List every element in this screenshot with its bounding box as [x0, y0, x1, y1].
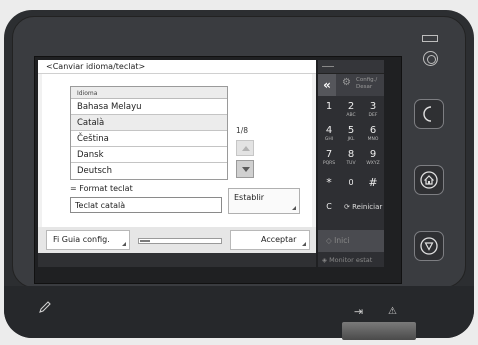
home-icon	[420, 171, 438, 189]
accept-label: Acceptar	[261, 235, 297, 244]
language-item-selected[interactable]: Català	[71, 115, 227, 131]
settings-label-2: Desar	[356, 84, 373, 90]
key-3[interactable]: 3 DEF	[362, 98, 384, 120]
keyboard-format-value: Teclat català	[70, 197, 222, 213]
triangle-down-icon	[242, 167, 250, 172]
clear-button[interactable]: C	[318, 196, 340, 218]
triangle-up-icon	[242, 146, 250, 151]
moon-icon	[423, 106, 432, 122]
corner-icon	[292, 206, 296, 210]
key-letters: DEF	[368, 113, 378, 118]
language-item[interactable]: Bahasa Melayu	[71, 99, 227, 115]
language-item[interactable]: Deutsch	[71, 163, 227, 179]
progress-fill	[140, 240, 150, 242]
key-hash[interactable]: #	[362, 172, 384, 194]
key-digit: *	[326, 176, 332, 189]
corner-icon	[302, 242, 306, 246]
clear-label: C	[326, 202, 332, 211]
key-digit: 0	[348, 178, 354, 187]
key-letters: ABC	[346, 113, 356, 118]
warning-icon: ⚠	[388, 306, 397, 317]
monitor-label: Monitor estat	[329, 256, 373, 264]
language-list-header: Idioma	[71, 87, 227, 99]
scroll-up-button[interactable]	[236, 140, 254, 156]
reset-label: Reiniciar	[352, 203, 383, 211]
key-digit: 8	[347, 149, 355, 160]
key-digit: 3	[369, 101, 377, 112]
start-button[interactable]: ◇ Inici	[318, 230, 384, 252]
keypad-top	[318, 60, 384, 74]
stop-button[interactable]	[414, 231, 444, 261]
key-4[interactable]: 4 GHI	[318, 122, 340, 144]
status-monitor-button[interactable]: ◈ Monitor estat	[318, 252, 384, 268]
dash-icon	[322, 66, 334, 67]
page-title: <Canviar idioma/teclat>	[38, 60, 316, 74]
status-bar	[38, 253, 316, 267]
login-icon: ⇥	[354, 305, 364, 318]
key-digit: 4	[325, 125, 333, 136]
printer-control-panel: <Canviar idioma/teclat> Idioma Bahasa Me…	[0, 0, 478, 345]
key-digit: 7	[325, 149, 333, 160]
home-button[interactable]	[414, 165, 444, 195]
key-1[interactable]: 1	[318, 98, 340, 120]
key-digit: 5	[347, 125, 355, 136]
monitor-icon: ◈	[322, 256, 327, 264]
accept-button[interactable]: Acceptar	[230, 230, 310, 250]
key-digit: 9	[369, 149, 377, 160]
scroll-down-button[interactable]	[236, 160, 254, 178]
settings-label-1: Config./	[356, 77, 378, 83]
key-5[interactable]: 5 JKL	[340, 122, 362, 144]
key-digit: 1	[325, 101, 333, 112]
progress-bar	[138, 238, 222, 244]
page-indicator: 1/8	[236, 126, 249, 135]
key-letters: TUV	[346, 161, 356, 166]
content-area: Idioma Bahasa Melayu Català Čeština Dans…	[42, 74, 312, 227]
footer-bar: Fi Guia config. Acceptar	[38, 227, 316, 253]
keyboard-format-label: = Format teclat	[70, 184, 133, 193]
pen-icon[interactable]	[38, 300, 52, 314]
language-item[interactable]: Čeština	[71, 131, 227, 147]
reset-icon: ⟳	[344, 203, 350, 211]
corner-icon	[122, 242, 126, 246]
key-letters: MNO	[367, 137, 379, 142]
reset-button[interactable]: ⟳ Reiniciar	[340, 196, 384, 218]
language-item[interactable]: Dansk	[71, 147, 227, 163]
start-icon: ◇	[326, 236, 332, 245]
key-2[interactable]: 2 ABC	[340, 98, 362, 120]
end-guide-label: Fi Guia config.	[53, 235, 110, 244]
key-letters: PQRS	[322, 161, 336, 166]
card-reader-slot	[342, 322, 416, 340]
key-7[interactable]: 7 PQRS	[318, 146, 340, 168]
key-asterisk[interactable]: *	[318, 172, 340, 194]
sleep-button[interactable]	[414, 99, 444, 129]
key-digit: 6	[369, 125, 377, 136]
key-letters: GHI	[324, 137, 334, 142]
key-letters: JKL	[347, 137, 355, 142]
key-digit: #	[368, 176, 378, 189]
key-6[interactable]: 6 MNO	[362, 122, 384, 144]
key-8[interactable]: 8 TUV	[340, 146, 362, 168]
start-label: Inici	[334, 236, 350, 245]
stop-icon	[420, 237, 438, 255]
power-icon[interactable]	[423, 51, 438, 66]
set-keyboard-button[interactable]: Establir	[228, 188, 300, 214]
set-keyboard-label: Establir	[234, 193, 265, 202]
gear-icon: ⚙	[342, 77, 351, 88]
key-letters: WXYZ	[366, 161, 380, 166]
key-digit: 2	[347, 101, 355, 112]
screen-icon	[422, 35, 438, 42]
key-9[interactable]: 9 WXYZ	[362, 146, 384, 168]
back-button[interactable]: «	[318, 74, 336, 96]
settings-button[interactable]: ⚙ Config./ Desar	[336, 74, 384, 96]
touch-screen: <Canviar idioma/teclat> Idioma Bahasa Me…	[38, 60, 316, 267]
end-guide-button[interactable]: Fi Guia config.	[46, 230, 130, 250]
language-list: Idioma Bahasa Melayu Català Čeština Dans…	[70, 86, 228, 180]
key-0[interactable]: 0	[340, 172, 362, 194]
